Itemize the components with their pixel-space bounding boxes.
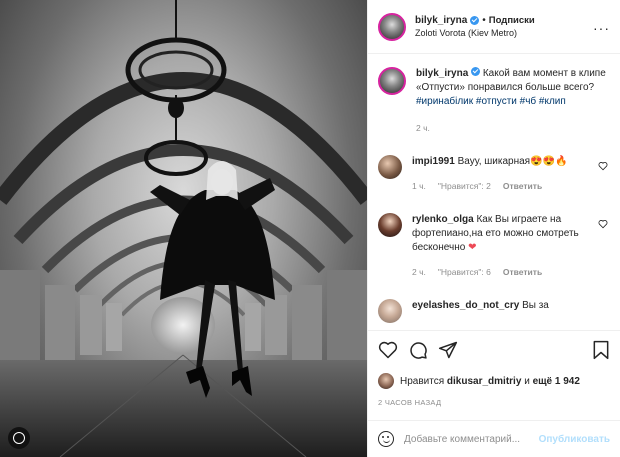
reply-button[interactable]: Ответить (503, 265, 542, 279)
commenter-avatar[interactable] (378, 213, 402, 237)
comment-text: Вы за (522, 300, 549, 311)
likes-prefix: Нравится (400, 375, 445, 387)
comment-item: impi1991 Вауу, шикарная😍😍🔥 1 ч. "Нравитс… (378, 155, 610, 193)
save-bookmark-icon[interactable] (592, 340, 610, 360)
comment-username[interactable]: eyelashes_do_not_cry (412, 300, 519, 311)
caption: bilyk_iryna Какой вам момент в клипе «От… (378, 67, 610, 135)
author-username[interactable]: bilyk_iryna (415, 14, 467, 27)
share-plane-icon[interactable] (438, 340, 458, 360)
like-heart-icon[interactable] (378, 340, 398, 360)
commenter-avatar[interactable] (378, 155, 402, 179)
liker-avatar[interactable] (378, 373, 394, 389)
emoji-smile-icon[interactable] (378, 431, 394, 447)
like-comment-heart-icon[interactable] (598, 161, 608, 171)
reply-button[interactable]: Ответить (503, 179, 542, 193)
more-options-icon[interactable]: ··· (593, 20, 610, 36)
location-link[interactable]: Zoloti Vorota (Kiev Metro) (415, 27, 535, 40)
comment-time[interactable]: 2 ч. (412, 265, 426, 279)
likes-summary: Нравится dikusar_dmitriy и ещё 1 942 (378, 373, 610, 389)
following-button[interactable]: Подписки (489, 14, 535, 27)
likes-count[interactable]: ещё 1 942 (533, 376, 580, 387)
verified-badge-icon (470, 15, 480, 25)
comment-input[interactable] (404, 433, 539, 445)
red-heart-emoji: ❤ (468, 242, 477, 253)
caption-author-avatar[interactable] (378, 67, 406, 95)
post-side-panel: bilyk_iryna • Подписки Zoloti Vorota (Ki… (367, 0, 620, 457)
verified-badge-icon (471, 67, 481, 76)
commenter-avatar[interactable] (378, 299, 402, 323)
separator-dot: • (482, 14, 486, 26)
tagged-users-icon[interactable] (8, 427, 30, 449)
comment-time[interactable]: 1 ч. (412, 179, 426, 193)
comment-likes[interactable]: "Нравится": 2 (438, 179, 491, 193)
comment-username[interactable]: rylenko_olga (412, 214, 474, 225)
post-photo[interactable] (0, 0, 367, 457)
caption-time[interactable]: 2 ч. (416, 121, 610, 135)
caption-username[interactable]: bilyk_iryna (416, 68, 468, 79)
liker-username[interactable]: dikusar_dmitriy (447, 376, 521, 387)
comment-bubble-icon[interactable] (408, 340, 428, 360)
comment-item: eyelashes_do_not_cry Вы за (378, 299, 610, 323)
add-comment-bar: Опубликовать (368, 420, 620, 457)
comments-list[interactable]: bilyk_iryna Какой вам момент в клипе «От… (368, 55, 620, 330)
comment-item: rylenko_olga Как Вы играете на фортепиан… (378, 213, 610, 279)
publish-button[interactable]: Опубликовать (539, 434, 610, 445)
likes-conj: и (524, 375, 530, 387)
post-header: bilyk_iryna • Подписки Zoloti Vorota (Ki… (368, 0, 620, 54)
comment-likes[interactable]: "Нравится": 6 (438, 265, 491, 279)
metro-station-image (0, 0, 367, 457)
comment-text: Вауу, шикарная😍😍🔥 (457, 156, 568, 167)
caption-hashtags[interactable]: #иринабілик #отпусти #чб #клип (416, 96, 566, 107)
comment-username[interactable]: impi1991 (412, 156, 455, 167)
post-actions: Нравится dikusar_dmitriy и ещё 1 942 2 Ч… (368, 330, 620, 407)
author-avatar[interactable] (378, 12, 406, 41)
post-timestamp[interactable]: 2 ЧАСОВ НАЗАД (378, 398, 610, 407)
like-comment-heart-icon[interactable] (598, 219, 608, 229)
